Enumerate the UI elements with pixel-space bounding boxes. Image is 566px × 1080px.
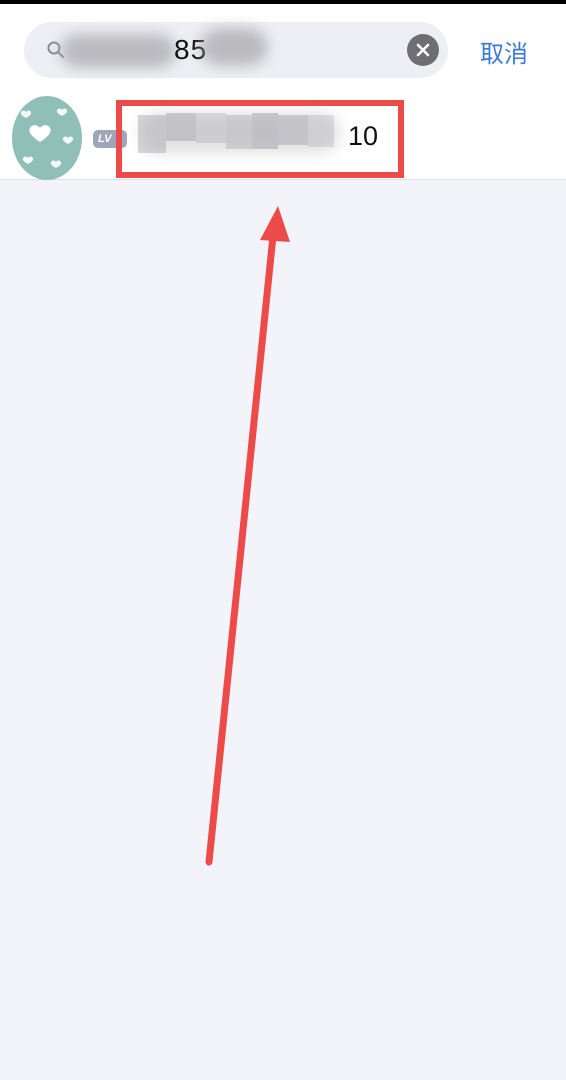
search-results-page: 85 取消 LV 10 (0, 0, 566, 1080)
arrow-up-icon (205, 206, 290, 866)
